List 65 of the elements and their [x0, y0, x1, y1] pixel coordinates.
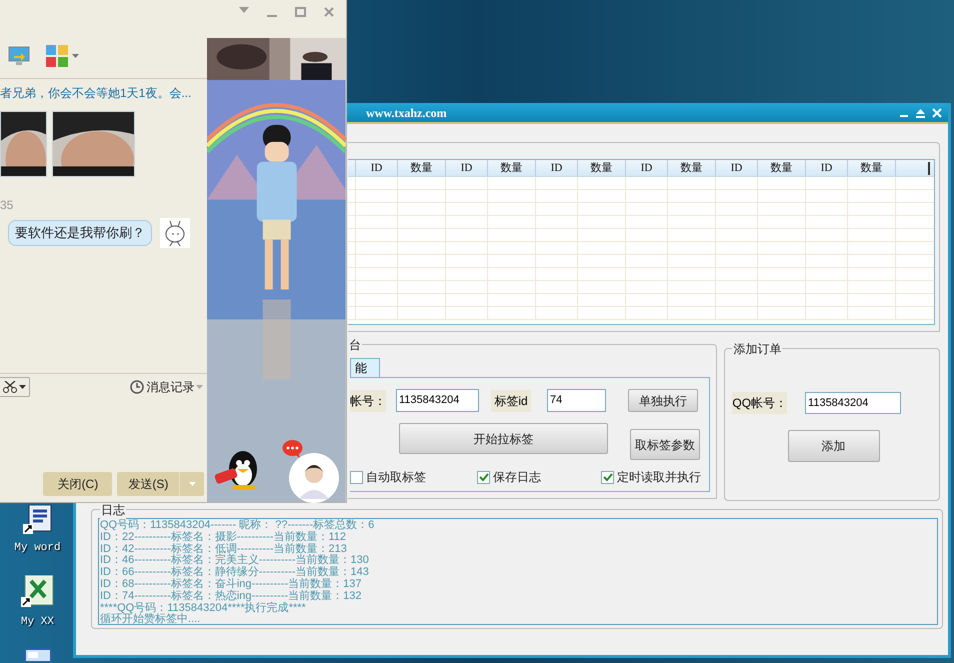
column-header[interactable]: 数量 — [668, 160, 716, 176]
column-header[interactable]: ID — [716, 160, 758, 176]
column-header[interactable]: ID — [536, 160, 578, 176]
maximize-icon[interactable] — [295, 7, 306, 17]
check-icon — [478, 472, 488, 482]
group-title: 添加订单 — [732, 340, 782, 358]
log-line: QQ号码：1135843204------- 昵称： ??-------标签总数：6 — [100, 520, 376, 531]
close-button[interactable]: 关闭(C) — [43, 472, 112, 496]
message-text: 者兄弟，你会不会等她1天1夜。会... — [0, 85, 192, 102]
icon-label: My XX — [20, 614, 54, 630]
avatar-icon[interactable] — [289, 453, 340, 503]
log-line: ****QQ号码：1135843204****执行完成**** — [100, 602, 307, 614]
column-header[interactable]: 数量 — [488, 160, 536, 176]
caret-icon — [188, 482, 196, 486]
chat-bubble: 要软件还是我帮你刷？ — [8, 220, 152, 246]
checkbox[interactable]: 定时读取并执行 — [601, 468, 701, 486]
log-line: ID：74----------标签名：热恋ing----------当前数量：132 — [100, 590, 363, 602]
apps-icon[interactable] — [46, 45, 68, 67]
field-label: 标签id — [491, 390, 531, 412]
log-line: ID：66----------标签名：静待缘分----------当前数量：143 — [100, 567, 370, 578]
caret-icon — [19, 384, 26, 388]
column-header[interactable]: ID — [356, 160, 398, 176]
caret-icon — [72, 54, 79, 58]
start-button[interactable]: 开始拉标签 — [399, 423, 608, 454]
column-header[interactable]: 数量 — [848, 160, 896, 176]
screenshot-button[interactable] — [0, 376, 30, 396]
window-title: www.txahz.com — [366, 104, 447, 122]
field-label: QQ帐号： — [732, 392, 788, 414]
scissors-icon — [3, 380, 17, 392]
close-icon[interactable] — [324, 7, 334, 17]
caret-icon — [196, 384, 204, 388]
fetch-params-button[interactable]: 取标签参数 — [630, 429, 700, 460]
chat-bubble-icon[interactable] — [282, 440, 304, 458]
clock-icon — [130, 380, 144, 394]
column-header[interactable]: ID — [446, 160, 488, 176]
dropdown-icon[interactable] — [239, 7, 249, 13]
bunny-avatar-icon[interactable] — [160, 218, 190, 248]
log-line: ID：46----------标签名：完美主义----------当前数量：130 — [100, 555, 370, 566]
column-header[interactable]: ID — [626, 160, 668, 176]
message-time: 35 — [0, 197, 14, 214]
window-icon[interactable] — [24, 648, 52, 662]
column-header[interactable]: ID — [806, 160, 848, 176]
screen-share-icon[interactable] — [8, 46, 30, 66]
account-field[interactable]: 1135843204 — [396, 389, 479, 412]
column-header[interactable]: 数量 — [398, 160, 446, 176]
spreadsheet-icon[interactable] — [20, 574, 54, 608]
column-header[interactable]: 数量 — [578, 160, 626, 176]
checkbox[interactable]: 自动取标签 — [350, 468, 477, 486]
column-header[interactable]: 数量 — [758, 160, 806, 176]
log-line: ID：22----------标签名：摄影----------当前数量：112 — [100, 532, 348, 543]
icon-label: My word — [14, 541, 61, 556]
history-button[interactable]: 消息记录 — [130, 378, 204, 396]
restore-icon[interactable] — [915, 108, 926, 118]
log-line: 循环开始赞标签中.... — [100, 614, 202, 626]
field-label: 帐号： — [350, 390, 386, 412]
account-field[interactable]: 1135843204 — [805, 392, 902, 414]
tag-id-field[interactable]: 74 — [547, 389, 606, 412]
check-icon — [602, 472, 612, 482]
log-line: ID：42----------标签名：低调----------当前数量：213 — [100, 544, 348, 555]
run-button[interactable]: 单独执行 — [628, 389, 698, 412]
add-button[interactable]: 添加 — [788, 430, 880, 462]
log-line: ID：68----------标签名：奋斗ing----------当前数量：137 — [100, 578, 363, 590]
tab[interactable]: 能 — [350, 358, 380, 377]
checkbox[interactable]: 保存日志 — [477, 468, 601, 486]
document-icon[interactable] — [22, 505, 52, 535]
